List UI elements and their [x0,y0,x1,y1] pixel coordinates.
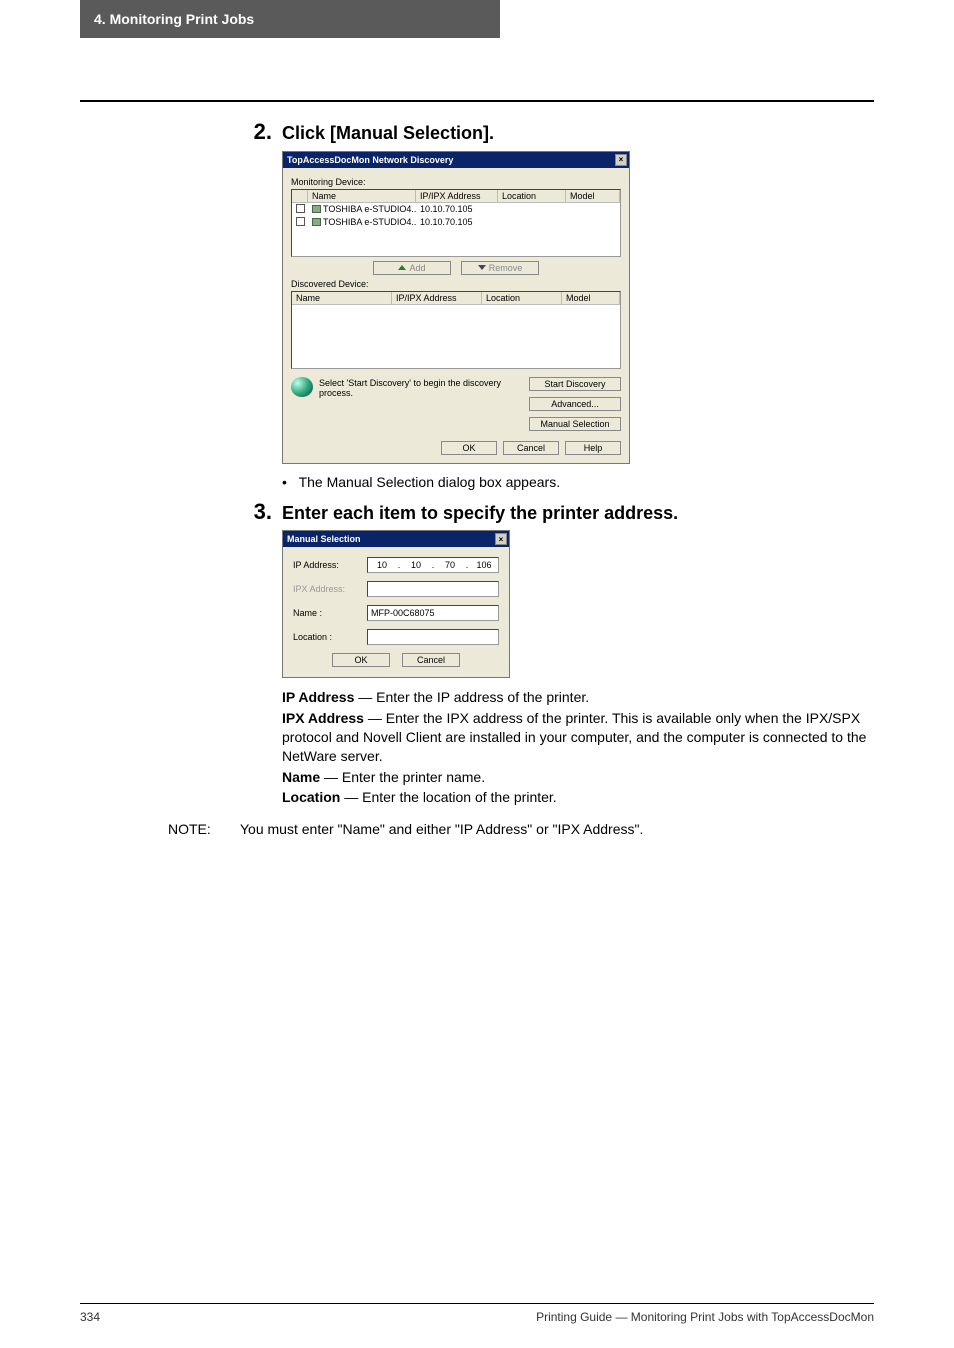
step-3-text: Enter each item to specify the printer a… [282,502,678,525]
add-remove-row: Add Remove [291,261,621,275]
content: 2. Click [Manual Selection]. TopAccessDo… [80,120,874,837]
dialog-bottom-buttons: OK Cancel Help [291,441,621,455]
row-name: TOSHIBA e-STUDIO4... [323,204,416,214]
add-button[interactable]: Add [373,261,451,275]
ok-button[interactable]: OK [441,441,497,455]
step-2-number: 2. [238,120,272,144]
network-discovery-dialog: TopAccessDocMon Network Discovery × Moni… [282,151,630,464]
step-3-number: 3. [238,500,272,524]
network-discovery-screenshot: TopAccessDocMon Network Discovery × Moni… [282,151,874,464]
header-tab: 4. Monitoring Print Jobs [80,0,500,38]
ipx-rest: — Enter the IPX address of the printer. … [282,710,866,764]
name-input[interactable]: MFP-00C68075 [367,605,499,621]
name-rest: — Enter the printer name. [320,769,485,785]
step-2-text: Click [Manual Selection]. [282,122,494,145]
list-header: Name IP/IPX Address Location Model [292,292,620,305]
remove-button[interactable]: Remove [461,261,539,275]
printer-icon [312,218,321,226]
col-model: Model [562,292,620,304]
note-text: You must enter "Name" and either "IP Add… [240,821,874,837]
loc-bold: Location [282,789,340,805]
ip-address-label: IP Address: [293,560,367,570]
header-tab-text: 4. Monitoring Print Jobs [94,11,254,27]
dialog-title-text: TopAccessDocMon Network Discovery [287,155,453,165]
col-ip: IP/IPX Address [416,190,498,202]
ip-octet-2[interactable]: 10 [402,560,430,570]
bullet-text: The Manual Selection dialog box appears. [299,474,561,490]
manual-selection-button[interactable]: Manual Selection [529,417,621,431]
loc-rest: — Enter the location of the printer. [340,789,556,805]
start-discovery-button[interactable]: Start Discovery [529,377,621,391]
advanced-button[interactable]: Advanced... [529,397,621,411]
name-bold: Name [282,769,320,785]
dialog-body: Monitoring Device: Name IP/IPX Address L… [283,168,629,463]
discovery-hint-text: Select 'Start Discovery' to begin the di… [319,377,529,400]
cancel-button[interactable]: Cancel [503,441,559,455]
monitoring-device-label: Monitoring Device: [291,177,621,187]
triangle-down-icon [478,265,486,270]
close-icon[interactable]: × [615,154,627,166]
page-number: 334 [80,1310,100,1324]
printer-icon [312,205,321,213]
ipx-address-input [367,581,499,597]
col-model: Model [566,190,620,202]
table-row[interactable]: TOSHIBA e-STUDIO4... 10.10.70.105 [292,216,620,229]
globe-icon [291,377,313,397]
manual-selection-screenshot: Manual Selection × IP Address: 10. 10. 7… [282,530,874,678]
location-label: Location : [293,632,367,642]
ip-octet-1[interactable]: 10 [368,560,396,570]
ip-octet-3[interactable]: 70 [436,560,464,570]
discovery-hint-row: Select 'Start Discovery' to begin the di… [291,377,621,431]
note-label: NOTE: [168,821,240,837]
note-row: NOTE: You must enter "Name" and either "… [80,821,874,837]
dialog-bottom-buttons: OK Cancel [293,653,499,667]
col-ip: IP/IPX Address [392,292,482,304]
discovered-device-label: Discovered Device: [291,279,621,289]
discovered-device-list[interactable]: Name IP/IPX Address Location Model [291,291,621,369]
help-button[interactable]: Help [565,441,621,455]
cancel-button[interactable]: Cancel [402,653,460,667]
row-name: TOSHIBA e-STUDIO4... [323,217,416,227]
dialog-titlebar: Manual Selection × [283,531,509,547]
checkbox-icon[interactable] [296,204,305,213]
manual-selection-dialog: Manual Selection × IP Address: 10. 10. 7… [282,530,510,678]
step-2: 2. Click [Manual Selection]. [80,120,874,145]
col-location: Location [498,190,566,202]
dialog-titlebar: TopAccessDocMon Network Discovery × [283,152,629,168]
bullet-line: • The Manual Selection dialog box appear… [282,474,874,490]
ok-button[interactable]: OK [332,653,390,667]
col-name: Name [292,292,392,304]
table-row[interactable]: TOSHIBA e-STUDIO4... 10.10.70.105 [292,203,620,216]
col-location: Location [482,292,562,304]
row-ip: 10.10.70.105 [416,217,498,228]
description-block: IP Address — Enter the IP address of the… [282,688,874,807]
footer: 334 Printing Guide — Monitoring Print Jo… [80,1303,874,1324]
top-divider [80,100,874,102]
name-label: Name : [293,608,367,618]
col-name: Name [308,190,416,202]
dialog-title-text: Manual Selection [287,534,361,544]
dialog-body: IP Address: 10. 10. 70. 106 IPX Address: [283,547,509,677]
ip-bold: IP Address [282,689,354,705]
ip-address-input[interactable]: 10. 10. 70. 106 [367,557,499,573]
checkbox-icon[interactable] [296,217,305,226]
triangle-up-icon [398,265,406,270]
ipx-address-label: IPX Address: [293,584,367,594]
footer-title: Printing Guide — Monitoring Print Jobs w… [536,1310,874,1324]
ip-rest: — Enter the IP address of the printer. [354,689,589,705]
ip-octet-4[interactable]: 106 [470,560,498,570]
ipx-bold: IPX Address [282,710,364,726]
list-header: Name IP/IPX Address Location Model [292,190,620,203]
row-ip: 10.10.70.105 [416,204,498,215]
close-icon[interactable]: × [495,533,507,545]
location-input[interactable] [367,629,499,645]
step-3: 3. Enter each item to specify the printe… [80,500,874,525]
monitoring-device-list[interactable]: Name IP/IPX Address Location Model TOSHI… [291,189,621,257]
